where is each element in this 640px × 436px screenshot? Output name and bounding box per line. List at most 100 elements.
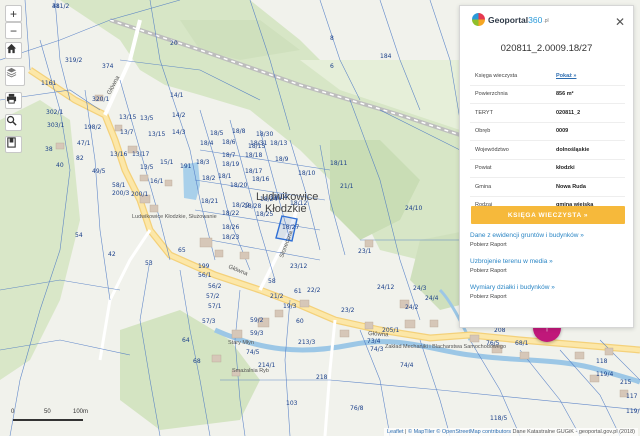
parcel-number-label: 218 (316, 374, 328, 381)
attr-key: TERYT (475, 109, 493, 116)
parcel-number-label: 18/22 (222, 210, 239, 217)
attr-value: 856 m² (556, 91, 574, 98)
parcel-number-label: 18/24 (260, 196, 277, 203)
parcel-number-label: 23/12 (290, 263, 307, 270)
parcel-number-label: 73/4 (367, 338, 381, 345)
parcel-number-label: 119/5 (626, 408, 640, 415)
parcel-number-label: 18/25 (256, 211, 273, 218)
parcel-number-label: 19/3 (283, 303, 297, 310)
attr-row: Księga wieczysta Pokaż » (470, 67, 625, 85)
parcel-number-label: 58 (268, 278, 276, 285)
parcel-number-label: 57/1 (208, 303, 222, 310)
parcel-number-label: 60 (296, 318, 304, 325)
parcel-number-label: 20 (170, 40, 178, 47)
leaflet-link[interactable]: Leaflet (387, 429, 404, 435)
parcel-number-label: 208 (494, 327, 506, 334)
attribution-text: Dane Katastralne GUGiK - geoportal.gov.p… (512, 429, 636, 435)
home-button[interactable] (5, 42, 22, 59)
download-report-link[interactable]: Pobierz Raport (470, 294, 628, 300)
attr-key: Województwo (475, 146, 509, 153)
attribute-table: Księga wieczysta Pokaż » Powierzchnia 856 … (470, 67, 625, 214)
land-register-link[interactable]: Pokaż » (556, 73, 576, 79)
scale-label-100: 100m (73, 409, 89, 415)
logo-pl: .pl (543, 17, 549, 24)
parcel-number-label: 22/2 (307, 287, 321, 294)
parcel-number-label: 59/2 (250, 317, 264, 324)
parcel-number-label: 198/2 (84, 124, 101, 131)
report-section-land: Dane z ewidencji gruntów i budynków » Po… (470, 232, 628, 248)
attr-row: Gmina Nowa Ruda (470, 177, 625, 196)
parcel-number-label: 13/16 (110, 151, 127, 158)
search-button[interactable] (5, 114, 22, 131)
parcel-number-label: 15/1 (160, 159, 174, 166)
parcel-number-label: 191 (180, 163, 192, 170)
parcel-number-label: 184 (380, 53, 392, 60)
parcel-number-label: 24/10 (405, 205, 422, 212)
search-icon (6, 115, 17, 126)
parcel-number-label: 103 (286, 400, 298, 407)
parcel-number-label: 24/4 (425, 295, 439, 302)
maptiler-link[interactable]: © MapTiler (408, 429, 435, 435)
logo-360: 360 (528, 14, 543, 25)
parcel-number-label: 213/3 (298, 339, 315, 346)
parcel-number-label: 374 (102, 63, 114, 70)
bookmark-icon (7, 137, 16, 148)
zoom-out-button[interactable]: − (5, 22, 22, 39)
parcel-number-label: 14/2 (172, 112, 186, 119)
parcel-number-label: 214/1 (258, 362, 275, 369)
parcel-number-label: 18/13 (270, 140, 287, 147)
close-icon: ✕ (614, 15, 625, 29)
parcel-number-label: 18/17 (245, 168, 262, 175)
parcel-number-label: 18/29 (232, 202, 249, 209)
parcel-number-label: 18/30 (256, 131, 273, 138)
print-button[interactable] (5, 92, 22, 109)
parcel-number-label: 303/1 (47, 122, 64, 129)
parcel-number-label: 56/1 (198, 272, 212, 279)
parcel-number-label: 18/16 (252, 176, 269, 183)
download-report-link[interactable]: Pobierz Raport (470, 242, 628, 248)
poi-label-2: Stary Młyn (228, 340, 254, 346)
parcel-number-label: 6 (330, 63, 334, 70)
print-icon (6, 93, 17, 104)
attr-value: dolnośląskie (556, 146, 590, 153)
parcel-number-label: 74/3 (370, 346, 384, 353)
parcel-number-label: 117 (626, 393, 638, 400)
poi-label-1: Ludwikowice Kłodzkie, Służowanie (132, 214, 217, 220)
report-link-land[interactable]: Dane z ewidencji gruntów i budynków » (470, 232, 628, 239)
logo-text: Geoportal (488, 14, 529, 25)
map-attribution: Leaflet | © MapTiler © OpenStreetMap con… (383, 428, 638, 436)
parcel-number-label: 61 (294, 288, 302, 295)
parcel-id: 020811_2.0009.18/27 (500, 43, 593, 54)
close-button[interactable]: ✕ (615, 15, 625, 29)
parcel-number-label: 18/3 (196, 159, 210, 166)
parcel-number-label: 74/5 (246, 349, 260, 356)
parcel-number-label: 119/4 (596, 371, 613, 378)
parcel-number-label: 23/1 (358, 248, 372, 255)
parcel-number-label: 18/4 (200, 140, 214, 147)
parcel-number-label: 76/5 (486, 340, 500, 347)
bookmark-button[interactable] (5, 136, 22, 153)
parcel-number-label: 18/27 (282, 224, 299, 231)
attr-value: 0009 (556, 128, 569, 135)
land-register-button[interactable]: KSIĘGA WIECZYSTA » (471, 206, 625, 224)
parcel-number-label: 14/1 (170, 92, 184, 99)
parcel-number-label: 58/1 (112, 182, 126, 189)
parcel-number-label: 57/2 (206, 293, 220, 300)
parcel-number-label: 74/4 (400, 362, 414, 369)
scale-label-50: 50 (44, 409, 51, 415)
download-report-link[interactable]: Pobierz Raport (470, 268, 628, 274)
attr-key: Obręb (475, 128, 491, 135)
layers-button[interactable] (5, 66, 25, 86)
zoom-in-button[interactable]: + (5, 5, 22, 22)
parcel-number-label: 56/2 (208, 283, 222, 290)
osm-link[interactable]: © OpenStreetMap contributors (436, 429, 511, 435)
parcel-number-label: 49/5 (92, 168, 106, 175)
parcel-number-label: 302/1 (46, 109, 63, 116)
parcel-number-label: 215 (620, 379, 632, 386)
report-link-utilities[interactable]: Uzbrojenie terenu w media » (470, 258, 628, 265)
parcel-number-label: 65 (178, 247, 186, 254)
parcel-number-label: 18/23 (222, 234, 239, 241)
report-link-dimensions[interactable]: Wymiary działki i budynków » (470, 284, 628, 291)
parcel-number-label: 319/2 (65, 57, 82, 64)
parcel-number-label: 200/1 (131, 191, 148, 198)
